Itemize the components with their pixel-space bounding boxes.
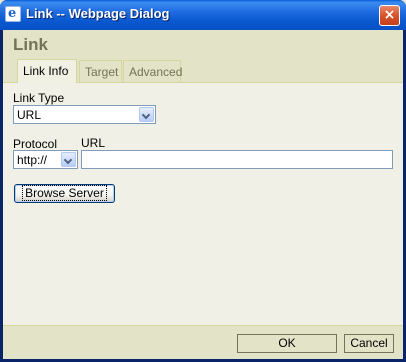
protocol-label: Protocol [13, 137, 58, 151]
internet-explorer-icon: e [5, 6, 21, 22]
url-label: URL [81, 136, 106, 150]
browse-server-button[interactable]: Browse Server [14, 184, 115, 203]
tab-advanced[interactable]: Advanced [123, 60, 182, 82]
title-bar[interactable]: e Link -- Webpage Dialog × [0, 0, 406, 30]
url-input[interactable] [81, 150, 393, 169]
chevron-down-icon[interactable] [139, 107, 154, 122]
link-type-select[interactable]: URL [13, 105, 156, 124]
protocol-select[interactable]: http:// [13, 150, 78, 169]
ok-button[interactable]: OK [237, 334, 337, 353]
link-info-panel: Link Type URL Protocol URL http:// Brows… [3, 83, 403, 325]
link-type-value: URL [17, 108, 42, 122]
dialog-body: Link Link Info Target Advanced Link Type… [3, 30, 403, 360]
dialog-header: Link Link Info Target Advanced [3, 30, 403, 83]
dialog-title: Link [13, 35, 48, 54]
protocol-value: http:// [17, 153, 48, 167]
ie-logo-letter: e [8, 6, 17, 21]
close-icon: × [383, 7, 396, 23]
browse-server-label: Browse Server [22, 185, 107, 201]
tab-link-info[interactable]: Link Info [17, 59, 77, 83]
chevron-down-icon[interactable] [61, 152, 76, 167]
dialog-footer: OK Cancel [3, 325, 403, 360]
dialog-window: e Link -- Webpage Dialog × Link Link Inf… [0, 0, 406, 362]
link-type-label: Link Type [13, 91, 65, 105]
cancel-button[interactable]: Cancel [344, 334, 394, 353]
close-button[interactable]: × [379, 5, 400, 26]
tab-target[interactable]: Target [79, 60, 122, 82]
window-title: Link -- Webpage Dialog [26, 6, 170, 21]
